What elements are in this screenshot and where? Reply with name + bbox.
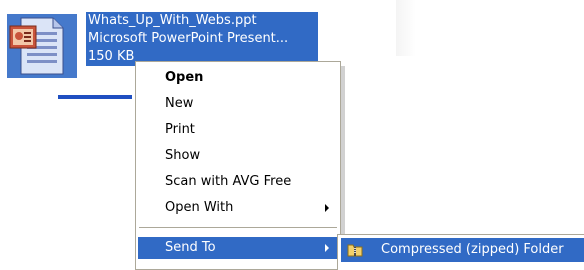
menu-item-label: Show bbox=[165, 148, 201, 163]
menu-item-new[interactable]: New bbox=[138, 93, 338, 115]
selection-underline bbox=[58, 95, 132, 99]
menu-separator bbox=[139, 227, 337, 228]
menu-item-label: Print bbox=[165, 122, 195, 137]
submenu-arrow-icon bbox=[325, 204, 329, 212]
file-type: Microsoft PowerPoint Present... bbox=[88, 31, 289, 46]
submenu-item-label: Compressed (zipped) Folder bbox=[381, 242, 564, 257]
menu-item-scan-avg[interactable]: Scan with AVG Free bbox=[138, 171, 338, 193]
menu-item-open[interactable]: Open bbox=[138, 67, 338, 89]
menu-item-open-with[interactable]: Open With bbox=[138, 197, 338, 219]
menu-item-print[interactable]: Print bbox=[138, 119, 338, 141]
file-name: Whats_Up_With_Webs.ppt bbox=[88, 13, 257, 28]
desktop-stage: Whats_Up_With_Webs.ppt Microsoft PowerPo… bbox=[0, 0, 584, 270]
menu-item-label: Scan with AVG Free bbox=[165, 174, 292, 189]
menu-item-label: New bbox=[165, 96, 194, 111]
menu-item-label: Open With bbox=[165, 200, 234, 215]
menu-item-label: Open bbox=[165, 70, 204, 85]
file-details[interactable]: Whats_Up_With_Webs.ppt Microsoft PowerPo… bbox=[86, 12, 318, 66]
submenu-arrow-icon bbox=[325, 244, 329, 252]
context-menu: Open New Print Show Scan with AVG Free O… bbox=[135, 61, 341, 270]
file-size: 150 KB bbox=[88, 49, 135, 64]
submenu-item-compressed-folder[interactable]: Compressed (zipped) Folder bbox=[341, 238, 584, 262]
send-to-submenu: Compressed (zipped) Folder bbox=[337, 234, 584, 270]
powerpoint-file-icon[interactable] bbox=[7, 14, 77, 78]
zip-folder-icon bbox=[347, 242, 363, 258]
background-window-edge bbox=[396, 0, 416, 56]
menu-item-send-to[interactable]: Send To bbox=[138, 237, 338, 259]
menu-item-label: Send To bbox=[165, 240, 216, 255]
menu-item-show[interactable]: Show bbox=[138, 145, 338, 167]
